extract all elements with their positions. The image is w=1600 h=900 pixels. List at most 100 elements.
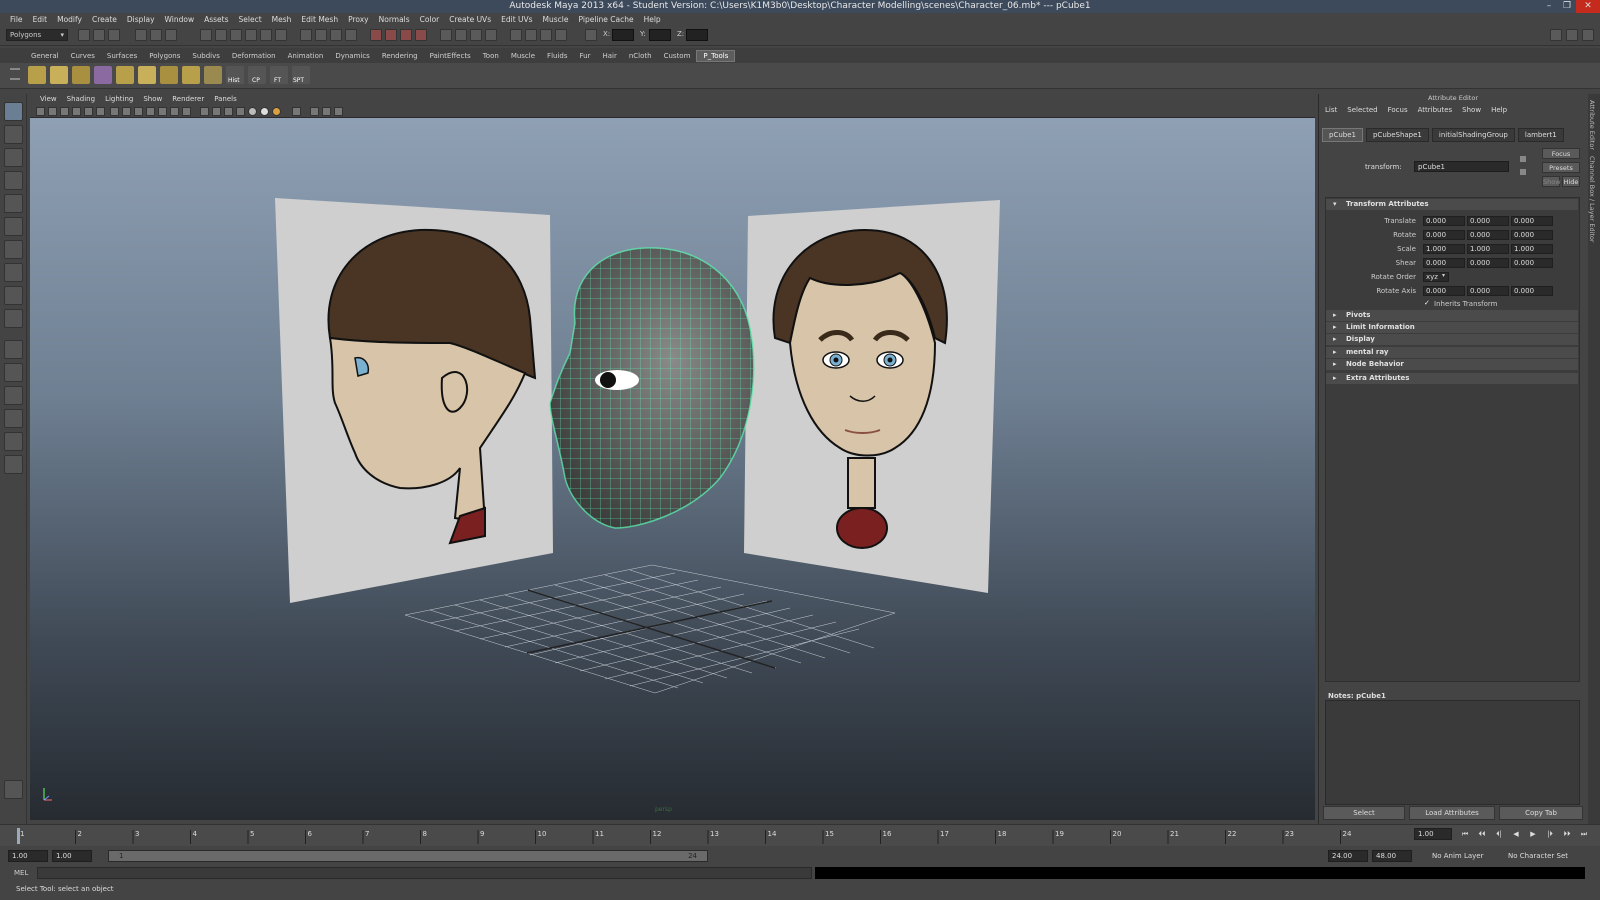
go-input-icon[interactable] (1520, 156, 1526, 162)
select-button[interactable]: Select (1323, 806, 1405, 820)
hypershade-layout-icon[interactable] (4, 432, 23, 451)
shelf-tool-4-icon[interactable] (94, 66, 112, 84)
playback-end-input[interactable]: 24.00 (1328, 850, 1368, 862)
head-mesh[interactable] (549, 247, 755, 529)
menu-proxy[interactable]: Proxy (343, 15, 374, 24)
tab-dynamics[interactable]: Dynamics (329, 51, 376, 61)
menu-edit-uvs[interactable]: Edit UVs (496, 15, 537, 24)
vp-grease-icon[interactable] (96, 107, 105, 116)
show-button[interactable]: Show (1542, 176, 1561, 187)
sidebar-toggle-icon[interactable] (1550, 29, 1562, 41)
vp-menu-shading[interactable]: Shading (62, 94, 100, 105)
step-forward-key-icon[interactable]: ⏵⏵ (1561, 828, 1573, 840)
vp-menu-renderer[interactable]: Renderer (167, 94, 209, 105)
current-time-input[interactable]: 1.00 (1414, 828, 1452, 840)
inherits-transform-checkbox[interactable]: ✓ (1424, 299, 1430, 307)
menu-window[interactable]: Window (160, 15, 200, 24)
render-view-icon[interactable] (4, 780, 23, 799)
section-pivots[interactable]: Pivots (1326, 310, 1578, 321)
vp-resolution-gate-icon[interactable] (134, 107, 143, 116)
camera-icon[interactable] (525, 29, 537, 41)
snap-surface-icon[interactable] (260, 29, 272, 41)
menu-set-dropdown[interactable]: Polygons (6, 29, 68, 41)
tab-animation[interactable]: Animation (282, 51, 330, 61)
menu-muscle[interactable]: Muscle (538, 15, 574, 24)
single-view-icon[interactable] (4, 340, 23, 359)
rotate-order-dropdown[interactable]: xyz (1423, 272, 1449, 282)
tab-painteffects[interactable]: PaintEffects (424, 51, 477, 61)
select-object-icon[interactable] (150, 29, 162, 41)
focus-button[interactable]: Focus (1542, 148, 1580, 159)
menu-edit-mesh[interactable]: Edit Mesh (296, 15, 343, 24)
vp-safe-action-icon[interactable] (170, 107, 179, 116)
lock-icon[interactable] (345, 29, 357, 41)
lasso-tool-icon[interactable] (4, 125, 23, 144)
tab-fluids[interactable]: Fluids (541, 51, 573, 61)
tab-hair[interactable]: Hair (596, 51, 622, 61)
section-mental-ray[interactable]: mental ray (1326, 347, 1578, 358)
persp-graph-icon[interactable] (4, 409, 23, 428)
range-end-input[interactable]: 48.00 (1372, 850, 1412, 862)
menu-display[interactable]: Display (122, 15, 160, 24)
last-tool-icon[interactable] (4, 309, 23, 328)
restore-button[interactable]: ❐ (1558, 0, 1576, 13)
rotate-axis-z-input[interactable]: 0.000 (1511, 286, 1553, 296)
attribute-editor-icon[interactable] (470, 29, 482, 41)
snap-view-icon[interactable] (275, 29, 287, 41)
anim-layer-dropdown[interactable]: No Anim Layer (1432, 852, 1483, 860)
front-image-plane[interactable] (744, 200, 1000, 593)
ae-tab-initialshadinggroup[interactable]: initialShadingGroup (1431, 128, 1515, 142)
menu-normals[interactable]: Normals (374, 15, 415, 24)
select-tool-icon[interactable] (4, 102, 23, 121)
go-output-icon[interactable] (1520, 169, 1526, 175)
ae-menu-focus[interactable]: Focus (1383, 106, 1413, 114)
translate-x-input[interactable]: 0.000 (1423, 216, 1465, 226)
play-forward-icon[interactable]: ▶ (1527, 828, 1539, 840)
shader-icon[interactable] (555, 29, 567, 41)
ae-menu-show[interactable]: Show (1457, 106, 1486, 114)
open-scene-icon[interactable] (93, 29, 105, 41)
section-transform-attributes[interactable]: Transform Attributes (1326, 199, 1578, 210)
vp-safe-title-icon[interactable] (182, 107, 191, 116)
vp-image-plane-icon[interactable] (72, 107, 81, 116)
save-scene-icon[interactable] (108, 29, 120, 41)
notes-textarea[interactable] (1325, 700, 1580, 805)
scale-tool-icon[interactable] (4, 217, 23, 236)
load-attributes-button[interactable]: Load Attributes (1409, 806, 1495, 820)
section-limit-information[interactable]: Limit Information (1326, 322, 1578, 333)
light-icon[interactable] (540, 29, 552, 41)
shelf-tool-9-icon[interactable] (204, 66, 222, 84)
menu-edit[interactable]: Edit (28, 15, 53, 24)
move-tool-icon[interactable] (4, 171, 23, 190)
tab-subdivs[interactable]: Subdivs (186, 51, 226, 61)
scale-x-input[interactable]: 1.000 (1423, 244, 1465, 254)
custom-layout-icon[interactable] (4, 455, 23, 474)
vp-lights-icon[interactable] (248, 107, 257, 116)
shear-x-input[interactable]: 0.000 (1423, 258, 1465, 268)
mel-label[interactable]: MEL (14, 869, 28, 877)
rotate-z-input[interactable]: 0.000 (1511, 230, 1553, 240)
snap-point-icon[interactable] (230, 29, 242, 41)
presets-button[interactable]: Presets (1542, 162, 1580, 173)
vp-menu-lighting[interactable]: Lighting (100, 94, 138, 105)
vp-ao-icon[interactable] (272, 107, 281, 116)
tab-rendering[interactable]: Rendering (376, 51, 424, 61)
vp-isolate-icon[interactable] (310, 107, 319, 116)
tool-settings-icon[interactable] (485, 29, 497, 41)
vp-2d-pan-icon[interactable] (84, 107, 93, 116)
vp-grid-icon[interactable] (110, 107, 119, 116)
menu-assets[interactable]: Assets (199, 15, 233, 24)
tab-general[interactable]: General (25, 51, 65, 61)
menu-create-uvs[interactable]: Create UVs (444, 15, 496, 24)
section-display[interactable]: Display (1326, 334, 1578, 345)
ae-menu-attributes[interactable]: Attributes (1413, 106, 1458, 114)
side-tab-channel-box[interactable]: Channel Box / Layer Editor (1588, 156, 1596, 243)
menu-select[interactable]: Select (234, 15, 267, 24)
render-settings-icon[interactable] (400, 29, 412, 41)
channel-box-icon[interactable] (455, 29, 467, 41)
four-view-icon[interactable] (4, 363, 23, 382)
shear-y-input[interactable]: 0.000 (1467, 258, 1509, 268)
perspective-viewport[interactable] (30, 118, 1315, 820)
minimize-button[interactable]: – (1540, 0, 1558, 13)
rotate-x-input[interactable]: 0.000 (1423, 230, 1465, 240)
